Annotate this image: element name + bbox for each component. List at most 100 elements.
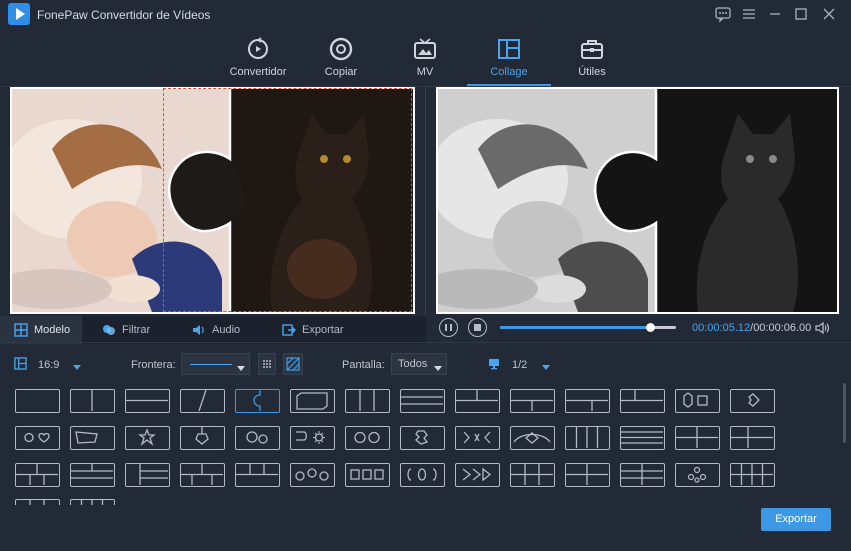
template-item[interactable] [70,389,115,413]
tab-label: Audio [212,324,241,336]
aspect-ratio-dropdown[interactable] [73,361,81,373]
disc-icon [329,37,353,61]
stop-button[interactable] [468,318,487,337]
tab-exportar[interactable]: Exportar [282,316,344,344]
template-toolbar: 16:9 Frontera: Pantalla: Todos 1/2 [0,352,851,378]
minimize-icon[interactable] [764,4,786,24]
template-item[interactable] [455,463,500,487]
template-item[interactable] [620,426,665,450]
nav-mv[interactable]: MV [390,36,460,86]
nav-label: Útiles [578,66,606,78]
template-item-selected[interactable] [235,389,280,413]
template-item[interactable] [290,426,335,450]
template-item[interactable] [15,463,60,487]
template-grid [15,389,785,505]
border-grid-toggle[interactable] [258,353,276,375]
nav-convertidor[interactable]: Convertidor [223,36,293,86]
feedback-icon[interactable] [712,4,734,24]
progress-handle[interactable] [645,323,655,332]
aspect-ratio-value: 16:9 [38,359,60,371]
menu-icon[interactable] [738,4,760,24]
nav-copiar[interactable]: Copiar [306,36,376,86]
template-item[interactable] [15,389,60,413]
chevron-down-icon [434,362,442,374]
template-item[interactable] [730,426,775,450]
nav-utiles[interactable]: Útiles [557,36,627,86]
current-time: 00:00:05.12 [692,322,751,334]
template-item[interactable] [345,463,390,487]
template-item[interactable] [235,463,280,487]
template-item[interactable] [125,463,170,487]
template-item[interactable] [675,426,720,450]
template-item[interactable] [290,389,335,413]
line-style-preview [190,364,232,365]
template-item[interactable] [510,426,555,450]
template-item[interactable] [180,463,225,487]
template-item[interactable] [455,389,500,413]
export-button[interactable]: Exportar [761,508,831,531]
template-item[interactable] [345,389,390,413]
border-pattern-toggle[interactable] [283,353,303,375]
preview-player: 00:00:05.12/00:00:06.00 [436,316,839,342]
chevron-down-icon [73,365,81,370]
template-item[interactable] [125,426,170,450]
template-item[interactable] [125,389,170,413]
template-item[interactable] [565,463,610,487]
volume-icon[interactable] [814,320,830,336]
template-item[interactable] [15,499,60,505]
template-item[interactable] [400,463,445,487]
tab-filtrar[interactable]: Filtrar [102,316,150,344]
template-item[interactable] [620,463,665,487]
template-item[interactable] [180,389,225,413]
template-item[interactable] [565,426,610,450]
template-item[interactable] [400,426,445,450]
template-item[interactable] [565,389,610,413]
template-item[interactable] [180,426,225,450]
template-item[interactable] [510,389,555,413]
border-style-dropdown[interactable] [181,353,250,375]
template-item[interactable] [455,426,500,450]
template-item[interactable] [15,426,60,450]
template-item[interactable] [345,426,390,450]
export-icon [282,324,296,336]
title-bar: FonePaw Convertidor de Vídeos [0,0,851,30]
aspect-ratio-icon [14,357,27,373]
template-item[interactable] [70,463,115,487]
template-item[interactable] [675,389,720,413]
template-item[interactable] [620,389,665,413]
collage-editor-canvas[interactable] [10,87,415,314]
main-nav: Convertidor Copiar MV Collage Útiles [0,30,851,86]
preview-photo [438,89,837,312]
divider [425,87,426,342]
editor-tabs: Modelo Filtrar Audio Exportar [0,316,426,344]
page-indicator: 1/2 [512,359,528,371]
template-item[interactable] [675,463,720,487]
collage-preview [436,87,839,314]
template-item[interactable] [235,426,280,450]
progress-slider[interactable] [500,323,676,332]
screen-label: Pantalla: [342,359,385,371]
template-scrollbar[interactable] [843,383,846,443]
screen-dropdown[interactable]: Todos [391,353,447,375]
nav-label: MV [416,66,434,78]
hatch-pattern-icon [286,357,300,371]
maximize-icon[interactable] [790,4,812,24]
tab-label: Modelo [34,324,71,336]
template-item[interactable] [70,499,115,505]
template-item[interactable] [290,463,335,487]
nav-collage[interactable]: Collage [474,36,544,86]
template-item[interactable] [730,389,775,413]
page-dropdown[interactable] [542,361,550,373]
collage-photo [12,89,413,312]
tab-audio[interactable]: Audio [192,316,240,344]
close-icon[interactable] [818,4,840,24]
pause-button[interactable] [439,318,458,337]
template-item[interactable] [400,389,445,413]
template-item[interactable] [730,463,775,487]
tab-modelo[interactable]: Modelo [0,316,82,344]
template-item[interactable] [70,426,115,450]
nav-label: Collage [490,66,528,78]
tab-label: Filtrar [122,324,151,336]
template-item[interactable] [510,463,555,487]
stop-icon [474,324,481,331]
